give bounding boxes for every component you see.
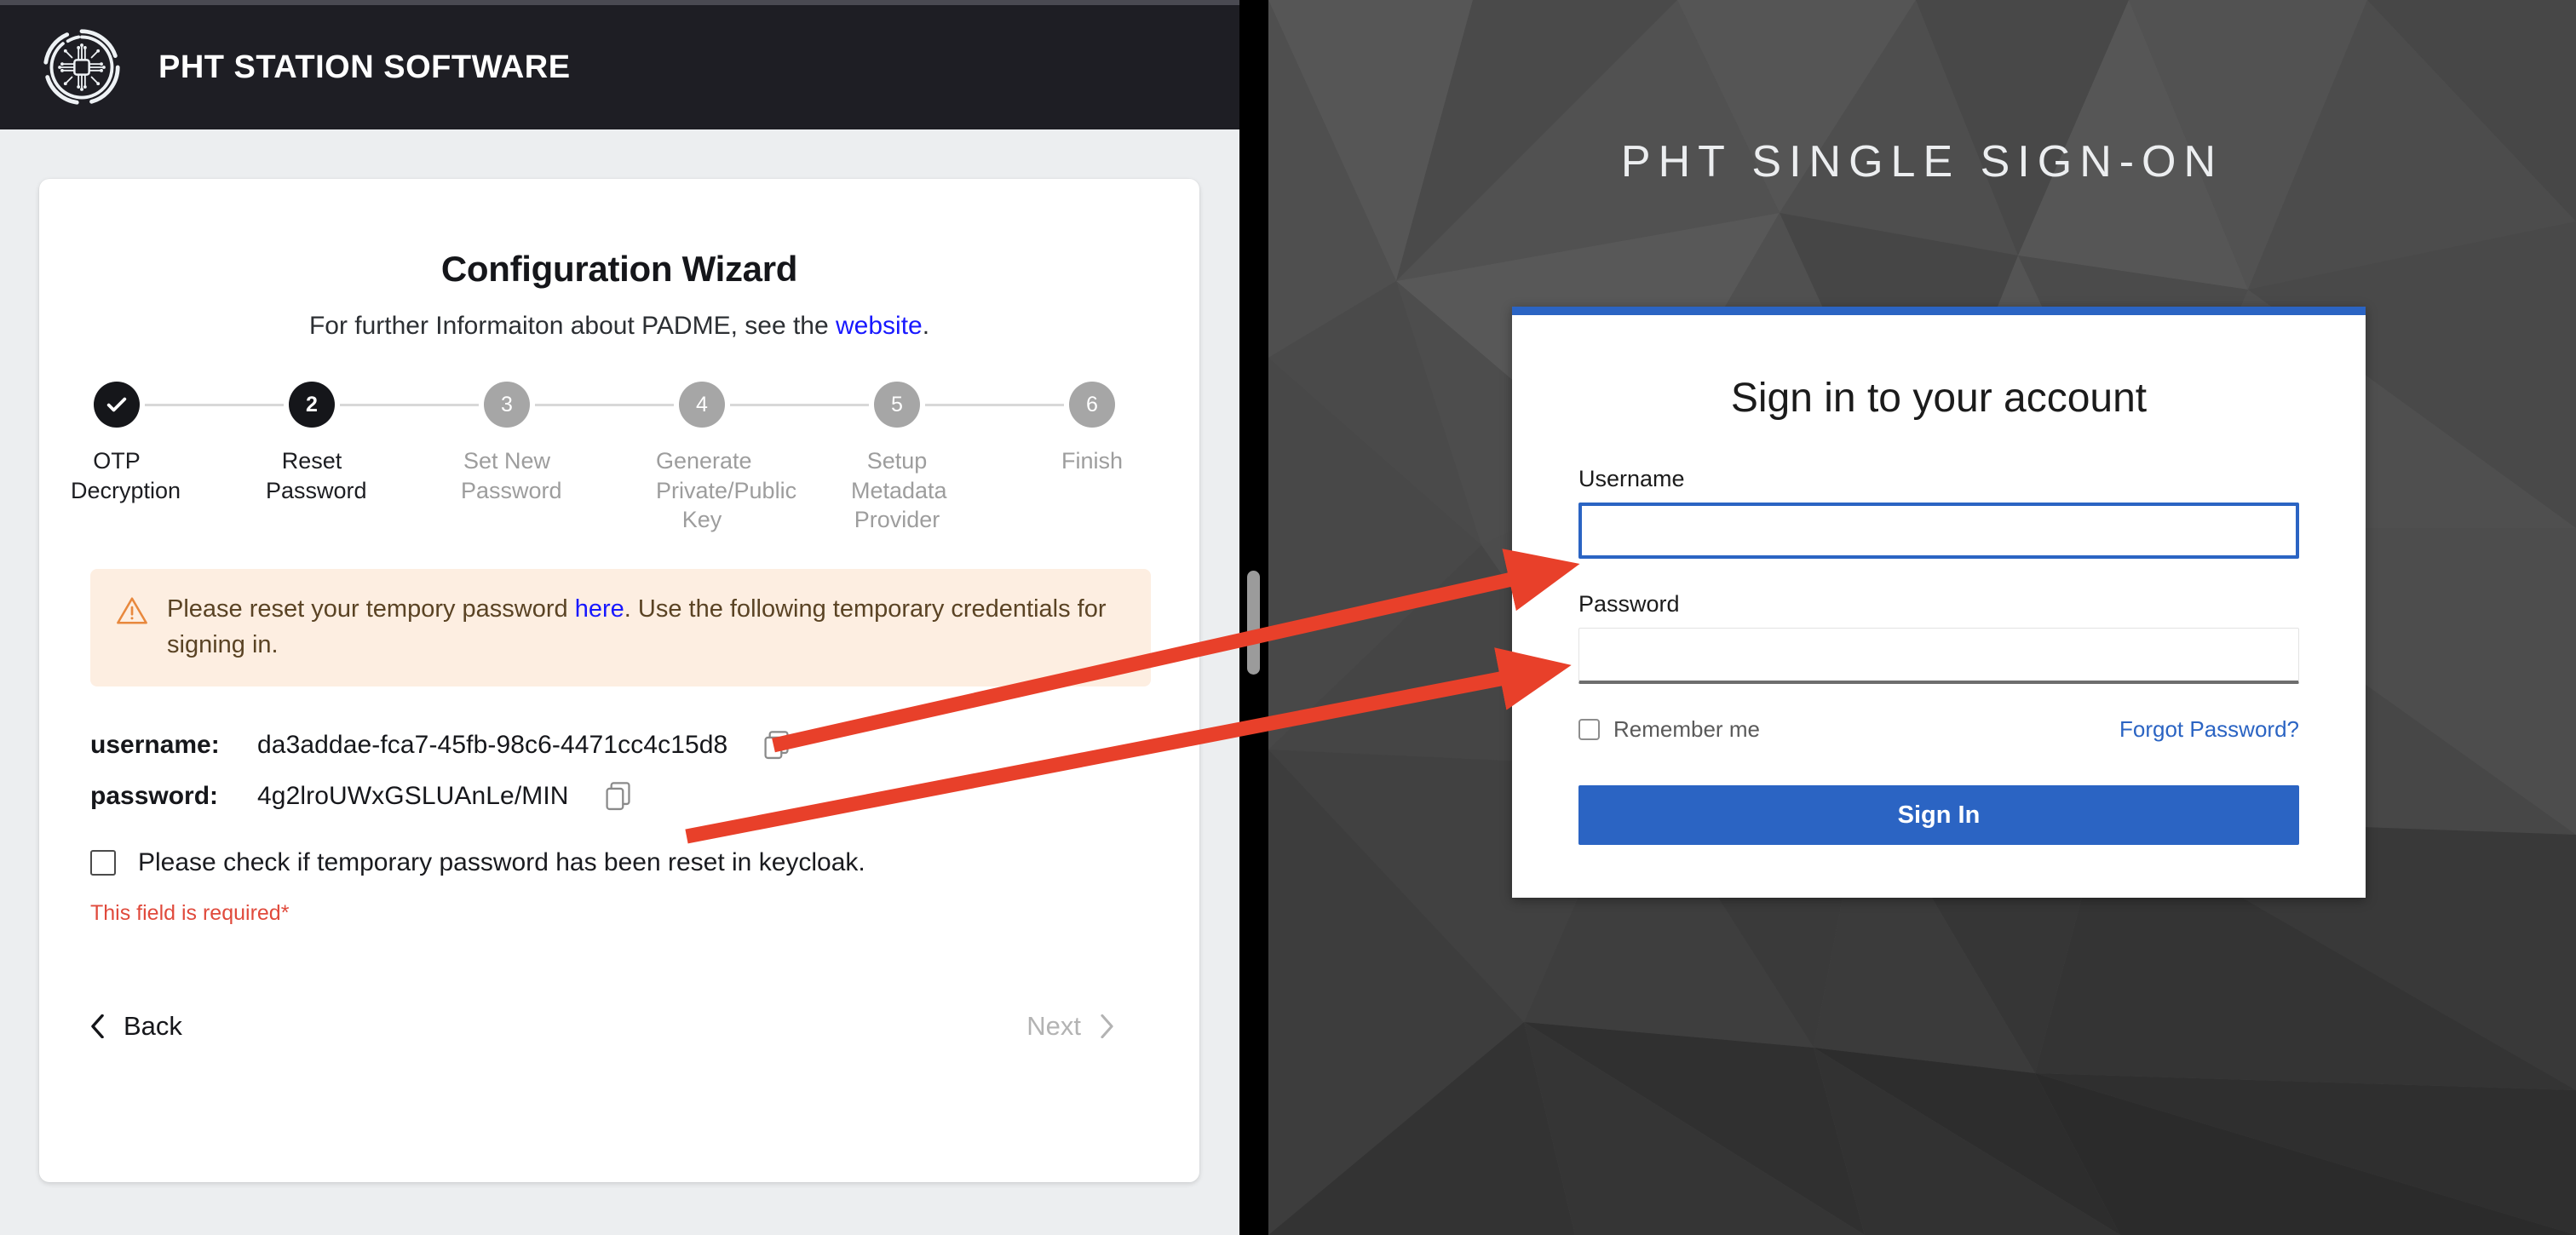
app-screen: PHT STATION SOFTWARE Configuration Wizar… [0,0,2576,1235]
wizard-step-2[interactable]: 2 Reset Password [266,382,484,535]
next-button[interactable]: Next [1026,1011,1114,1042]
username-value: da3addae-fca7-45fb-98c6-4471cc4c15d8 [257,730,728,759]
step-4-label: Generate Private/Public Key [656,448,797,533]
remember-me-group[interactable]: Remember me [1578,716,1760,743]
subtitle-text-after: . [922,312,930,340]
username-field-label: Username [1578,466,1685,491]
remember-me-label: Remember me [1613,716,1760,742]
panel-divider [1239,0,1268,1235]
copy-username-button[interactable] [763,729,792,761]
step-connector-3 [535,403,674,406]
copy-icon [606,782,630,810]
padme-website-link[interactable]: website [836,312,923,340]
required-field-error: This field is required* [90,900,290,925]
login-options-row: Remember me Forgot Password? [1578,716,2299,743]
step-connector-1 [145,403,284,406]
chevron-left-icon [91,1014,104,1038]
step-2-label: Reset Password [266,448,367,503]
step-3-label: Set New Password [461,448,562,503]
wizard-navigation: Back Next [90,1011,1148,1042]
back-button-label: Back [124,1010,182,1041]
password-value: 4g2lroUWxGSLUAnLe/MIN [257,781,569,810]
wizard-step-5[interactable]: 5 Setup Metadata Provider [851,382,1069,535]
back-button[interactable]: Back [90,1011,182,1042]
subtitle-text-before: For further Informaiton about PADME, see… [308,312,836,340]
remember-me-checkbox[interactable] [1578,719,1600,740]
step-connector-5 [925,403,1064,406]
sso-panel: PHT SINGLE SIGN-ON Sign in to your accou… [1268,0,2576,1235]
username-input[interactable] [1578,503,2299,559]
wizard-step-3[interactable]: 3 Set New Password [461,382,679,535]
password-input[interactable] [1578,628,2299,684]
step-connector-4 [730,403,869,406]
step-6-label: Finish [1061,448,1124,474]
page-title: Configuration Wizard [440,249,798,289]
password-reset-checkbox-label: Please check if temporary password has b… [138,847,865,876]
wizard-step-4[interactable]: 4 Generate Private/Public Key [656,382,874,535]
password-key-label: password: [90,781,219,810]
step-6-circle: 6 [1069,382,1115,428]
check-icon [106,397,127,412]
warning-triangle-icon [116,595,148,627]
username-key-label: username: [90,730,220,759]
forgot-password-link[interactable]: Forgot Password? [2119,716,2299,743]
wizard-step-6[interactable]: 6 Finish [1061,382,1138,535]
sso-banner-title: PHT SINGLE SIGN-ON [1620,137,2224,187]
step-4-circle: 4 [679,382,725,428]
page-subtitle: For further Informaiton about PADME, see… [90,312,1148,341]
temporary-credentials: username: da3addae-fca7-45fb-98c6-4471cc… [90,729,1148,813]
app-header: PHT STATION SOFTWARE [0,0,1239,129]
password-reset-checkbox[interactable] [90,849,116,876]
copy-icon [764,731,789,759]
next-button-label: Next [1026,1010,1081,1041]
password-row: password: 4g2lroUWxGSLUAnLe/MIN [90,780,1148,813]
step-1-circle [94,382,140,428]
password-reset-confirm-row: Please check if temporary password has b… [90,848,1148,877]
station-software-panel: PHT STATION SOFTWARE Configuration Wizar… [0,0,1239,1235]
circuit-chip-logo-icon [41,26,123,108]
vertical-scrollbar[interactable] [1247,571,1260,675]
username-row: username: da3addae-fca7-45fb-98c6-4471cc… [90,729,1148,761]
step-5-circle: 5 [874,382,920,428]
step-3-circle: 3 [484,382,530,428]
step-2-circle: 2 [289,382,335,428]
alert-text-before: Please reset your tempory password [167,595,575,623]
app-title: PHT STATION SOFTWARE [158,49,571,85]
chevron-right-icon [1101,1014,1113,1038]
reset-password-here-link[interactable]: here [575,595,624,623]
wizard-stepper: OTP Decryption 2 Reset Password 3 Set Ne… [71,382,1148,535]
temporary-password-alert: Please reset your tempory password here.… [90,568,1151,686]
step-1-label: OTP Decryption [71,448,181,503]
wizard-step-1[interactable]: OTP Decryption [71,382,289,535]
alert-message: Please reset your tempory password here.… [167,591,1113,663]
login-heading: Sign in to your account [1730,376,2148,421]
step-5-label: Setup Metadata Provider [851,448,947,533]
copy-password-button[interactable] [605,780,634,813]
configuration-wizard-card: Configuration Wizard For further Informa… [39,179,1199,1182]
sign-in-button[interactable]: Sign In [1578,785,2299,845]
login-card: Sign in to your account Username Passwor… [1512,307,2366,898]
password-field-label: Password [1578,591,1680,617]
step-connector-2 [340,403,479,406]
